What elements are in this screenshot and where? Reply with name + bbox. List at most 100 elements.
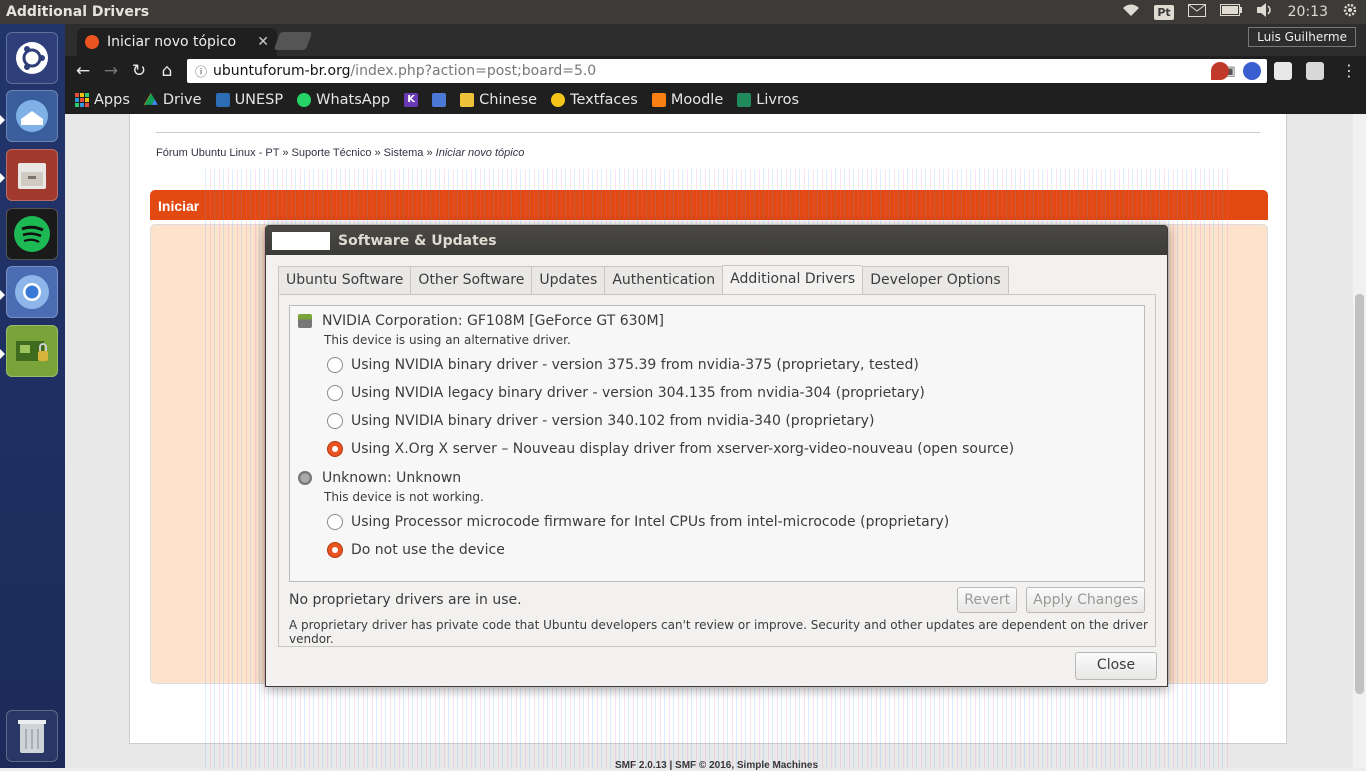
- home-icon[interactable]: ⌂: [153, 61, 181, 81]
- device-name: NVIDIA Corporation: GF108M [GeForce GT 6…: [322, 313, 665, 329]
- k-logo-icon: K: [404, 93, 419, 107]
- translate-icon: [432, 93, 447, 107]
- additional-drivers-panel: NVIDIA Corporation: GF108M [GeForce GT 6…: [278, 294, 1156, 647]
- apps-grid-icon: [75, 93, 89, 107]
- extension-e-icon[interactable]: [1243, 62, 1261, 80]
- breadcrumb-link[interactable]: Fórum Ubuntu Linux - PT: [156, 147, 279, 159]
- driver-radio[interactable]: [327, 357, 343, 373]
- back-arrow-icon[interactable]: ←: [69, 61, 97, 81]
- extension-shield-icon[interactable]: [1211, 62, 1229, 80]
- forward-arrow-icon[interactable]: →: [97, 61, 125, 81]
- bookmark-moodle[interactable]: Moodle: [651, 92, 723, 108]
- breadcrumb-link[interactable]: Suporte Técnico: [292, 147, 372, 159]
- spotify-icon[interactable]: [6, 208, 58, 260]
- bookmark-apps[interactable]: Apps: [75, 92, 130, 108]
- driver-radio[interactable]: [327, 514, 343, 530]
- driver-option[interactable]: Using NVIDIA legacy binary driver - vers…: [327, 379, 1136, 407]
- unity-launcher: [0, 24, 65, 768]
- proprietary-note: A proprietary driver has private code th…: [289, 618, 1148, 646]
- bookmark-translate[interactable]: [432, 93, 447, 107]
- device-name: Unknown: Unknown: [322, 470, 462, 486]
- tab-strip: Iniciar novo tópico ✕ Luis Guilherme: [65, 24, 1366, 56]
- tab-developer-options[interactable]: Developer Options: [862, 266, 1009, 294]
- driver-radio-selected[interactable]: [327, 542, 343, 558]
- driver-radio-selected[interactable]: [327, 441, 343, 457]
- running-indicator: [0, 115, 5, 125]
- chromium-icon[interactable]: [6, 266, 58, 318]
- apply-changes-button[interactable]: Apply Changes: [1026, 587, 1145, 613]
- address-bar[interactable]: ⓘ ubuntuforum-br.org /index.php?action=p…: [187, 59, 1267, 83]
- driver-option[interactable]: Using NVIDIA binary driver - version 340…: [327, 407, 1136, 435]
- new-tab-button[interactable]: [273, 32, 313, 50]
- settings-gear-icon[interactable]: [1342, 2, 1358, 22]
- driver-radio[interactable]: [327, 413, 343, 429]
- volume-icon[interactable]: [1256, 3, 1274, 21]
- menu-kebab-icon[interactable]: ⋮: [1341, 61, 1357, 80]
- files-icon[interactable]: [6, 149, 58, 201]
- browser-toolbar: ← → ↻ ⌂ ⓘ ubuntuforum-br.org /index.php?…: [65, 56, 1366, 86]
- extension-page-icon[interactable]: [1306, 62, 1324, 80]
- bookmark-textfaces[interactable]: Textfaces: [551, 92, 638, 108]
- reload-icon[interactable]: ↻: [125, 61, 153, 81]
- page-scrollbar[interactable]: [1353, 114, 1366, 768]
- whatsapp-icon: [297, 93, 312, 107]
- battery-icon[interactable]: [1219, 4, 1242, 20]
- bookmarks-bar: Apps Drive UNESP WhatsApp K Chinese Text…: [65, 86, 1366, 114]
- tab-title: Iniciar novo tópico: [107, 34, 237, 50]
- trash-icon[interactable]: [6, 710, 58, 762]
- ev-icon: [737, 93, 752, 107]
- indicators: Pt 20:13: [1122, 2, 1366, 22]
- clock[interactable]: 20:13: [1288, 4, 1328, 20]
- device-status: This device is not working.: [324, 490, 484, 504]
- driver-option-selected[interactable]: Using X.Org X server – Nouveau display d…: [327, 435, 1136, 463]
- status-row: No proprietary drivers are in use. Rever…: [289, 587, 1145, 613]
- browser-tab[interactable]: Iniciar novo tópico ✕: [77, 28, 277, 56]
- bookmark-unesp[interactable]: UNESP: [215, 92, 283, 108]
- tab-additional-drivers[interactable]: Additional Drivers: [722, 265, 863, 294]
- url-path: /index.php?action=post;board=5.0: [350, 63, 597, 79]
- tab-updates[interactable]: Updates: [531, 266, 605, 294]
- wifi-icon[interactable]: [1122, 3, 1140, 21]
- keyboard-layout-indicator[interactable]: Pt: [1154, 4, 1174, 20]
- driver-option-selected[interactable]: Do not use the device: [327, 536, 1136, 564]
- tab-ubuntu-software[interactable]: Ubuntu Software: [278, 266, 411, 294]
- profile-button[interactable]: Luis Guilherme: [1248, 27, 1356, 47]
- dialog-titlebar[interactable]: Software & Updates: [266, 226, 1167, 255]
- unesp-icon: [215, 93, 230, 107]
- breadcrumb-link[interactable]: Sistema: [384, 147, 424, 159]
- additional-drivers-icon[interactable]: [6, 325, 58, 377]
- running-indicator: [0, 349, 5, 359]
- software-updates-dialog: Software & Updates Ubuntu Software Other…: [265, 225, 1168, 687]
- scrollbar-thumb[interactable]: [1355, 294, 1364, 694]
- bookmark-whatsapp[interactable]: WhatsApp: [297, 92, 390, 108]
- tab-authentication[interactable]: Authentication: [604, 266, 723, 294]
- thunderbird-icon[interactable]: [6, 90, 58, 142]
- divider: [156, 132, 1260, 133]
- device-list[interactable]: NVIDIA Corporation: GF108M [GeForce GT 6…: [289, 305, 1145, 582]
- settings-notebook: Ubuntu Software Other Software Updates A…: [278, 265, 1156, 647]
- breadcrumb-current: Iniciar novo tópico: [435, 147, 525, 159]
- driver-option[interactable]: Using NVIDIA binary driver - version 375…: [327, 351, 1136, 379]
- extension-doc-icon[interactable]: [1274, 62, 1292, 80]
- device-header: Unknown: Unknown: [298, 469, 1136, 487]
- ubuntu-dash-icon[interactable]: [6, 32, 58, 84]
- dialog-title: Software & Updates: [338, 232, 497, 249]
- bookmark-drive[interactable]: Drive: [143, 92, 202, 108]
- bookmark-k[interactable]: K: [404, 93, 419, 107]
- close-button[interactable]: Close: [1075, 652, 1157, 680]
- tab-other-software[interactable]: Other Software: [410, 266, 532, 294]
- unknown-device-icon: [298, 471, 312, 485]
- bookmark-livros[interactable]: Livros: [737, 92, 799, 108]
- driver-radio[interactable]: [327, 385, 343, 401]
- bookmark-chinese[interactable]: Chinese: [460, 92, 537, 108]
- window-controls[interactable]: [272, 231, 330, 250]
- revert-button[interactable]: Revert: [957, 587, 1018, 613]
- smiley-icon: [551, 93, 566, 107]
- driver-option[interactable]: Using Processor microcode firmware for I…: [327, 508, 1136, 536]
- tab-bar: Ubuntu Software Other Software Updates A…: [278, 265, 1156, 294]
- mail-icon[interactable]: [1187, 3, 1206, 21]
- close-tab-icon[interactable]: ✕: [257, 34, 269, 50]
- active-app-title: Additional Drivers: [6, 4, 150, 20]
- url-host: ubuntuforum-br.org: [213, 63, 351, 79]
- info-icon[interactable]: ⓘ: [195, 63, 207, 80]
